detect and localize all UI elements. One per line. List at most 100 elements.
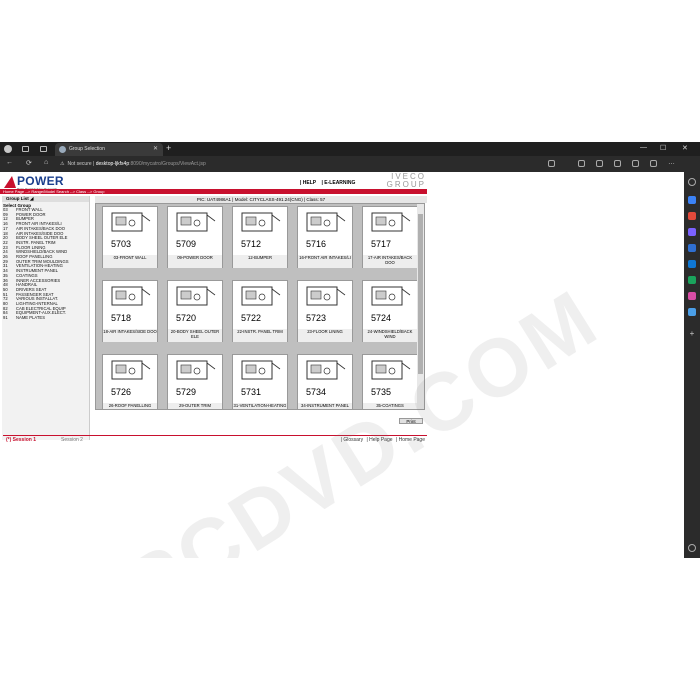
group-card[interactable]: 5716 16-FRONT AIR INTAKES/LI — [297, 206, 353, 268]
group-list-label: Group List — [6, 196, 29, 201]
group-card[interactable]: 5720 20-BODY SHEEL OUTER ELE — [167, 280, 223, 342]
tab-close-icon[interactable]: ✕ — [153, 145, 158, 152]
group-code: 5709 — [176, 239, 197, 249]
sidebar-settings-icon[interactable] — [688, 544, 696, 552]
close-window-icon[interactable]: ✕ — [682, 144, 688, 152]
collections-icon[interactable] — [614, 160, 621, 167]
logo-mark-icon — [4, 176, 16, 188]
sidebar-search-icon[interactable] — [688, 178, 696, 186]
group-card[interactable]: 5712 12-BUMPER — [232, 206, 288, 268]
sidebar-tools-icon[interactable] — [688, 228, 696, 236]
workspaces-icon[interactable] — [22, 146, 29, 152]
sidebar-drop-icon[interactable] — [688, 292, 696, 300]
warning-icon: ⚠ — [60, 161, 65, 167]
group-caption: 16-FRONT AIR INTAKES/LI — [298, 255, 352, 268]
group-card[interactable]: 5709 09-POWER DOOR — [167, 206, 223, 268]
group-caption: 26-ROOF PANELLING — [103, 403, 157, 409]
group-code: 5729 — [176, 387, 197, 397]
group-code: 5726 — [111, 387, 132, 397]
help-page-link[interactable]: | Help Page — [366, 437, 392, 443]
help-link[interactable]: | HELP — [300, 180, 316, 186]
tab-favicon-icon — [59, 146, 66, 153]
group-caption: 31-VENTILATION-HEATING — [233, 403, 287, 409]
group-card[interactable]: 5734 34-INSTRUMENT PANEL — [297, 354, 353, 409]
edge-sidebar: + — [684, 172, 700, 558]
group-card[interactable]: 5718 18-AIR INTAKES/SIDE DOO — [102, 280, 158, 342]
session-2-tab[interactable]: Session 2 — [61, 437, 83, 443]
group-caption: 34-INSTRUMENT PANEL — [298, 403, 352, 409]
tab-actions-icon[interactable] — [40, 146, 47, 152]
more-menu-icon[interactable]: … — [668, 159, 675, 166]
new-tab-icon[interactable]: + — [166, 143, 171, 153]
elearning-link[interactable]: | E-LEARNING — [322, 180, 356, 186]
group-caption: 23-FLOOR LINING — [298, 329, 352, 342]
group-card[interactable]: 5724 24-WINDSHIELD/BACK WIND — [362, 280, 418, 342]
group-code: 5716 — [306, 239, 327, 249]
print-button[interactable]: Print — [399, 418, 423, 424]
browser-essentials-icon[interactable] — [650, 160, 657, 167]
group-card[interactable]: 5729 29-OUTER TRIM MOULDINGS — [167, 354, 223, 409]
sidebar-copilot-icon[interactable] — [688, 196, 696, 204]
split-screen-icon[interactable] — [578, 160, 585, 167]
footer-links: | Glossary | Help Page | Home Page — [339, 437, 425, 443]
group-code: 5723 — [306, 313, 327, 323]
group-card[interactable]: 5726 26-ROOF PANELLING — [102, 354, 158, 409]
screen: Group Selection ✕ + — ☐ ✕ ← ⟳ ⌂ ⚠ Not sec… — [0, 0, 700, 700]
maximize-icon[interactable]: ☐ — [660, 144, 666, 152]
browser-address-bar: ← ⟳ ⌂ ⚠ Not secure | desktop-ljkfs4p:8090… — [0, 156, 700, 172]
group-caption: 35-COATINGS — [363, 403, 417, 409]
group-code: 5720 — [176, 313, 197, 323]
read-aloud-icon[interactable] — [548, 160, 555, 167]
group-code: 5703 — [111, 239, 132, 249]
group-code: 5712 — [241, 239, 262, 249]
group-code: 5718 — [111, 313, 132, 323]
grid-scrollbar[interactable] — [417, 204, 424, 409]
tab-group-selection[interactable]: Group Selection ✕ — [55, 143, 163, 156]
group-card[interactable]: 5731 31-VENTILATION-HEATING — [232, 354, 288, 409]
url-path: :8090/mycatro/Groups/ViewAct.jsp — [129, 161, 206, 167]
sidebar-shopping-icon[interactable] — [688, 212, 696, 220]
group-card[interactable]: 5717 17-AIR INTAKES/BACK DOO — [362, 206, 418, 268]
group-rows: 03 FRONT WALL 09 POWER DOOR 12 BUMPER 16 FRO… — [2, 207, 89, 321]
minimize-icon[interactable]: — — [640, 144, 647, 151]
group-thumbnail-grid: 5703 03-FRONT WALL 5709 09-POWER DOOR 5712 12… — [95, 203, 425, 410]
breadcrumb[interactable]: Home Page --> Range/Model Search --> Cla… — [0, 189, 427, 194]
group-caption: 12-BUMPER — [233, 255, 287, 268]
url-host: desktop-ljkfs4p — [95, 161, 130, 167]
group-card[interactable]: 5735 35-COATINGS — [362, 354, 418, 409]
sidebar-office-icon[interactable] — [688, 244, 696, 252]
profile-icon[interactable] — [4, 145, 12, 153]
group-code: 5724 — [371, 313, 392, 323]
group-row[interactable]: 91 NAME PLATES — [2, 315, 89, 321]
sidebar-games-icon[interactable] — [688, 276, 696, 284]
page-viewport: POWER Parts On Web Easy Research | HELP … — [0, 172, 684, 558]
group-list-panel: Group List ◢ Select Group 03 FRONT WALL 0… — [2, 196, 90, 440]
home-icon[interactable]: ⌂ — [44, 159, 48, 166]
group-caption: 17-AIR INTAKES/BACK DOO — [363, 255, 417, 268]
group-code: 5731 — [241, 387, 262, 397]
glossary-link[interactable]: | Glossary — [341, 437, 363, 443]
group-caption: 20-BODY SHEEL OUTER ELE — [168, 329, 222, 342]
sidebar-outlook-icon[interactable] — [688, 260, 696, 268]
extensions-icon[interactable] — [632, 160, 639, 167]
url-field[interactable]: ⚠ Not secure | desktop-ljkfs4p:8090/mycat… — [60, 158, 540, 170]
favorites-icon[interactable] — [596, 160, 603, 167]
header-links: | HELP | E-LEARNING — [300, 180, 359, 186]
group-list-header[interactable]: Group List ◢ — [2, 196, 89, 202]
back-icon[interactable]: ← — [6, 159, 13, 166]
refresh-icon[interactable]: ⟳ — [26, 159, 32, 167]
group-caption: 22-INSTR. PANEL TRIM — [233, 329, 287, 342]
sidebar-designer-icon[interactable] — [688, 308, 696, 316]
group-card[interactable]: 5722 22-INSTR. PANEL TRIM — [232, 280, 288, 342]
grid-scrollbar-thumb[interactable] — [418, 214, 423, 374]
group-caption: 24-WINDSHIELD/BACK WIND — [363, 329, 417, 342]
group-name: NAME PLATES — [16, 315, 46, 321]
home-page-link[interactable]: | Home Page — [396, 437, 425, 443]
group-card[interactable]: 5723 23-FLOOR LINING — [297, 280, 353, 342]
session-1-tab[interactable]: (*) Session 1 — [6, 437, 36, 443]
group-card[interactable]: 5703 03-FRONT WALL — [102, 206, 158, 268]
sidebar-add-icon[interactable]: + — [688, 330, 696, 338]
pic-info-bar: PIC: UAT4986A1 | Model: CITYCLASS-491.24… — [95, 196, 427, 203]
security-label: Not secure — [67, 161, 92, 167]
browser-tabstrip: Group Selection ✕ + — ☐ ✕ — [0, 142, 700, 156]
